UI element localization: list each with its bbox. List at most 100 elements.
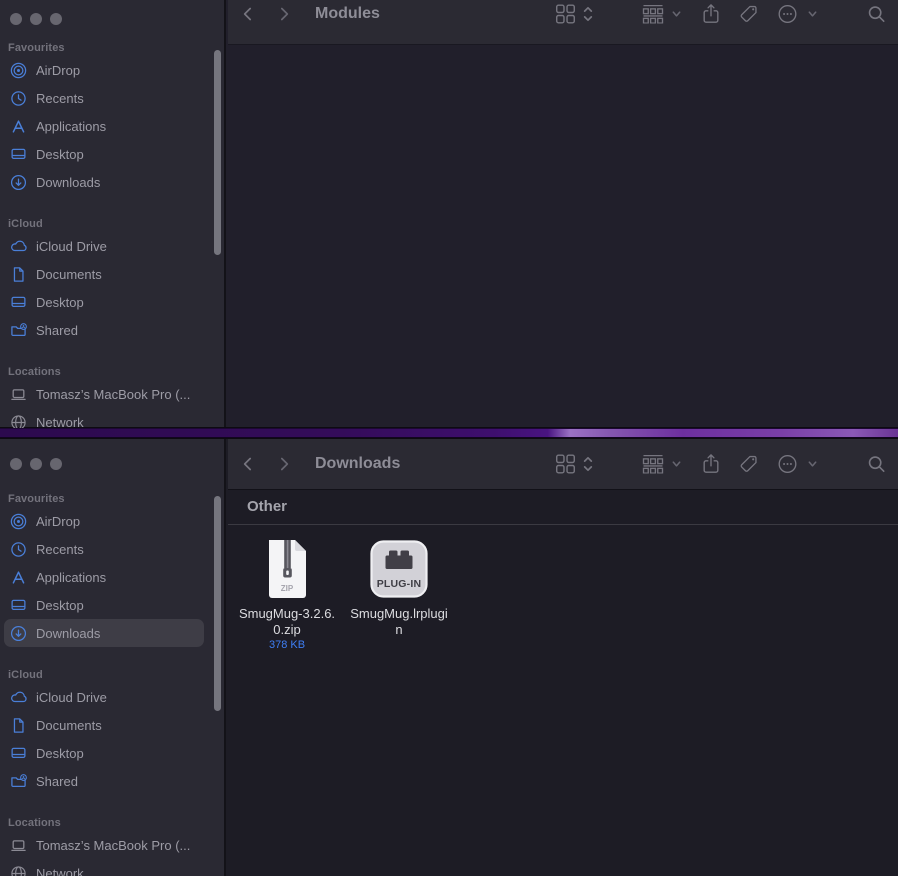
cloud-icon bbox=[10, 689, 27, 706]
sidebar-item-recents[interactable]: Recents bbox=[4, 535, 204, 563]
share-button[interactable] bbox=[701, 453, 721, 475]
plugin-file-icon: PLUG-IN bbox=[370, 540, 428, 598]
toolbar: Modules bbox=[228, 0, 898, 45]
icon-view-button[interactable] bbox=[555, 454, 576, 475]
sidebar-section-locations: Locations bbox=[0, 364, 224, 380]
sidebar-scrollbar[interactable] bbox=[214, 496, 221, 711]
chevron-down-icon[interactable] bbox=[671, 459, 682, 470]
sidebar: Favourites AirDrop Recents Applications bbox=[0, 0, 226, 427]
sidebar-item-airdrop[interactable]: AirDrop bbox=[4, 56, 204, 84]
tags-button[interactable] bbox=[738, 4, 759, 25]
sidebar-item-label: Desktop bbox=[36, 147, 84, 162]
sidebar-item-icloud-drive[interactable]: iCloud Drive bbox=[4, 683, 204, 711]
clock-icon bbox=[10, 541, 27, 558]
window-title: Downloads bbox=[315, 455, 400, 473]
group-header-other: Other bbox=[228, 489, 898, 525]
desktop-icon bbox=[10, 597, 27, 614]
sidebar-item-desktop-icloud[interactable]: Desktop bbox=[4, 288, 204, 316]
sidebar-item-documents[interactable]: Documents bbox=[4, 260, 204, 288]
icon-view-button[interactable] bbox=[555, 4, 576, 25]
window-title: Modules bbox=[315, 5, 380, 23]
search-button[interactable] bbox=[867, 5, 886, 24]
sidebar-item-label: Downloads bbox=[36, 626, 100, 641]
sidebar-item-downloads[interactable]: Downloads bbox=[4, 168, 204, 196]
sidebar-item-macbook[interactable]: Tomasz’s MacBook Pro (... bbox=[4, 831, 204, 859]
desktop: Favourites AirDrop Recents Applications bbox=[0, 0, 898, 876]
close-button[interactable] bbox=[10, 458, 22, 470]
sidebar-item-applications[interactable]: Applications bbox=[4, 112, 204, 140]
tags-button[interactable] bbox=[738, 454, 759, 475]
finder-window-modules: Favourites AirDrop Recents Applications bbox=[0, 0, 898, 428]
desktop-icon bbox=[10, 294, 27, 311]
traffic-lights bbox=[10, 13, 62, 25]
sidebar-item-icloud-drive[interactable]: iCloud Drive bbox=[4, 232, 204, 260]
group-by-button[interactable] bbox=[641, 455, 665, 474]
chevron-down-icon[interactable] bbox=[807, 9, 818, 20]
sidebar-item-label: AirDrop bbox=[36, 63, 80, 78]
sidebar-section-locations: Locations bbox=[0, 815, 224, 831]
sidebar-item-label: Applications bbox=[36, 570, 106, 585]
sidebar-item-applications[interactable]: Applications bbox=[4, 563, 204, 591]
sidebar-item-label: iCloud Drive bbox=[36, 239, 107, 254]
sidebar-item-desktop-icloud[interactable]: Desktop bbox=[4, 739, 204, 767]
sidebar-item-desktop[interactable]: Desktop bbox=[4, 140, 204, 168]
view-options-chevrons-icon[interactable] bbox=[582, 5, 594, 24]
sidebar-item-recents[interactable]: Recents bbox=[4, 84, 204, 112]
sidebar-item-documents[interactable]: Documents bbox=[4, 711, 204, 739]
laptop-icon bbox=[10, 837, 27, 854]
sidebar-item-label: Desktop bbox=[36, 746, 84, 761]
download-circle-icon bbox=[10, 174, 27, 191]
desktop-icon bbox=[10, 745, 27, 762]
sidebar-item-label: Recents bbox=[36, 542, 84, 557]
view-options-chevrons-icon[interactable] bbox=[582, 455, 594, 474]
desktop-wallpaper bbox=[0, 428, 898, 438]
sidebar-item-airdrop[interactable]: AirDrop bbox=[4, 507, 204, 535]
file-name: SmugMug-3.2.6.0.zip bbox=[237, 606, 337, 638]
laptop-icon bbox=[10, 386, 27, 403]
sidebar-item-macbook[interactable]: Tomasz’s MacBook Pro (... bbox=[4, 380, 204, 408]
airdrop-icon bbox=[10, 62, 27, 79]
chevron-down-icon[interactable] bbox=[671, 9, 682, 20]
sidebar-item-desktop[interactable]: Desktop bbox=[4, 591, 204, 619]
sidebar-scrollbar[interactable] bbox=[214, 50, 221, 255]
more-actions-button[interactable] bbox=[777, 454, 798, 475]
share-button[interactable] bbox=[701, 3, 721, 25]
back-button[interactable] bbox=[240, 456, 257, 473]
sidebar-section-favourites: Favourites bbox=[0, 40, 224, 56]
more-actions-button[interactable] bbox=[777, 4, 798, 25]
back-button[interactable] bbox=[240, 6, 257, 23]
zoom-button[interactable] bbox=[50, 458, 62, 470]
sidebar-item-label: Desktop bbox=[36, 295, 84, 310]
applications-icon bbox=[10, 569, 27, 586]
forward-button[interactable] bbox=[275, 456, 292, 473]
file-item-zip[interactable]: ZIP SmugMug-3.2.6.0.zip 378 KB bbox=[234, 540, 340, 651]
zoom-button[interactable] bbox=[50, 13, 62, 25]
sidebar-item-network[interactable]: Network bbox=[4, 859, 204, 876]
sidebar-list: Favourites AirDrop Recents Applications bbox=[0, 491, 224, 876]
sidebar-section-favourites: Favourites bbox=[0, 491, 224, 507]
zip-file-icon: ZIP bbox=[265, 540, 309, 598]
group-by-button[interactable] bbox=[641, 5, 665, 24]
sidebar-item-shared[interactable]: Shared bbox=[4, 316, 204, 344]
sidebar-item-label: Tomasz’s MacBook Pro (... bbox=[36, 838, 190, 853]
search-button[interactable] bbox=[867, 455, 886, 474]
sidebar-section-icloud: iCloud bbox=[0, 667, 224, 683]
file-grid: ZIP SmugMug-3.2.6.0.zip 378 KB bbox=[228, 526, 898, 876]
sidebar-item-downloads-selected[interactable]: Downloads bbox=[4, 619, 204, 647]
cloud-icon bbox=[10, 238, 27, 255]
forward-button[interactable] bbox=[275, 6, 292, 23]
file-item-plugin[interactable]: PLUG-IN SmugMug.lrplugin bbox=[346, 540, 452, 638]
chevron-down-icon[interactable] bbox=[807, 459, 818, 470]
sidebar-list: Favourites AirDrop Recents Applications bbox=[0, 40, 224, 456]
airdrop-icon bbox=[10, 513, 27, 530]
minimize-button[interactable] bbox=[30, 458, 42, 470]
close-button[interactable] bbox=[10, 13, 22, 25]
sidebar-item-shared[interactable]: Shared bbox=[4, 767, 204, 795]
window-content: Modules bbox=[228, 0, 898, 427]
minimize-button[interactable] bbox=[30, 13, 42, 25]
sidebar-item-label: Tomasz’s MacBook Pro (... bbox=[36, 387, 190, 402]
sidebar: Favourites AirDrop Recents Applications bbox=[0, 439, 226, 876]
finder-window-downloads: Favourites AirDrop Recents Applications bbox=[0, 438, 898, 876]
sidebar-item-label: Recents bbox=[36, 91, 84, 106]
traffic-lights bbox=[10, 458, 62, 470]
